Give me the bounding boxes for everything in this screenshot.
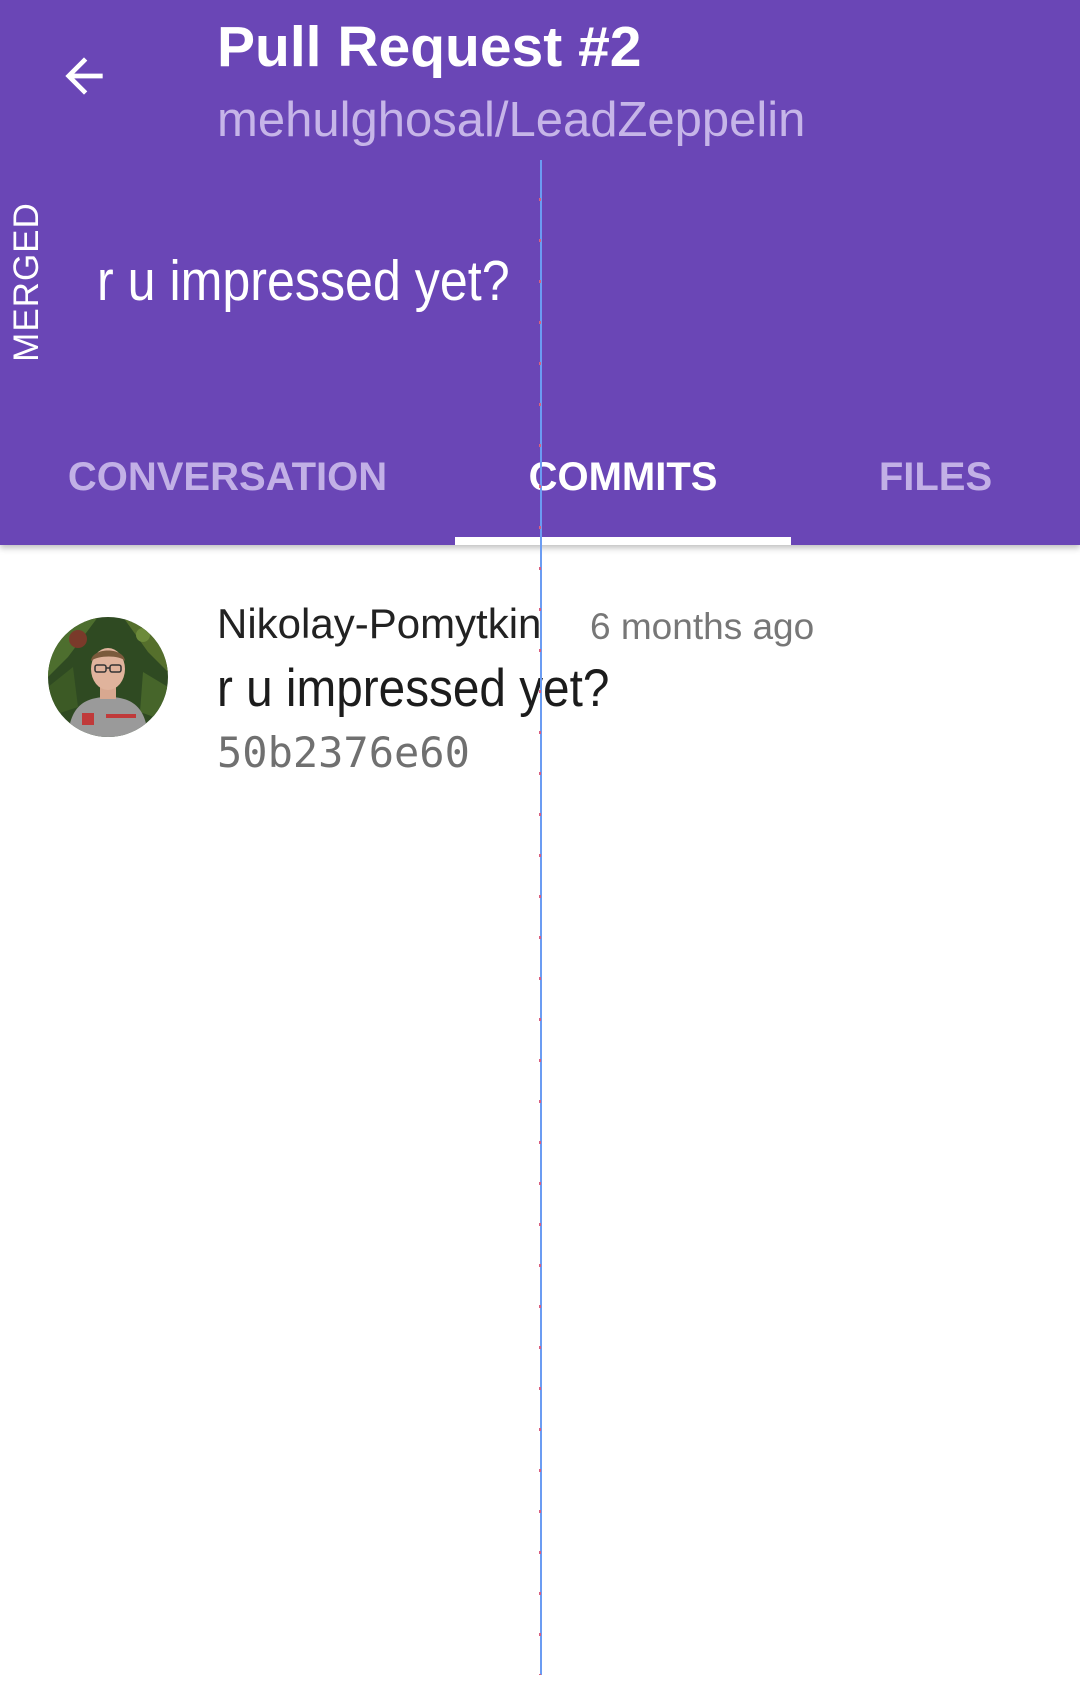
arrow-left-icon bbox=[65, 57, 103, 95]
commit-author: Nikolay-Pomytkin bbox=[217, 600, 542, 647]
tab-conversation[interactable]: CONVERSATION bbox=[0, 420, 455, 535]
tab-commits[interactable]: COMMITS bbox=[455, 420, 791, 535]
pr-description: r u impressed yet? bbox=[97, 249, 510, 313]
status-badge: MERGED bbox=[7, 202, 46, 362]
commit-time: 6 months ago bbox=[590, 606, 815, 647]
tab-files[interactable]: FILES bbox=[791, 420, 1080, 535]
repo-name[interactable]: mehulghosal/LeadZeppelin bbox=[217, 92, 805, 148]
page-title: Pull Request #2 bbox=[217, 15, 642, 79]
tab-indicator bbox=[455, 537, 791, 545]
back-button[interactable] bbox=[48, 40, 120, 112]
commit-message: r u impressed yet? bbox=[217, 659, 610, 718]
user-avatar[interactable] bbox=[48, 617, 168, 737]
layout-guide-dots bbox=[539, 160, 541, 1675]
commit-sha: 50b2376e60 bbox=[217, 728, 470, 777]
